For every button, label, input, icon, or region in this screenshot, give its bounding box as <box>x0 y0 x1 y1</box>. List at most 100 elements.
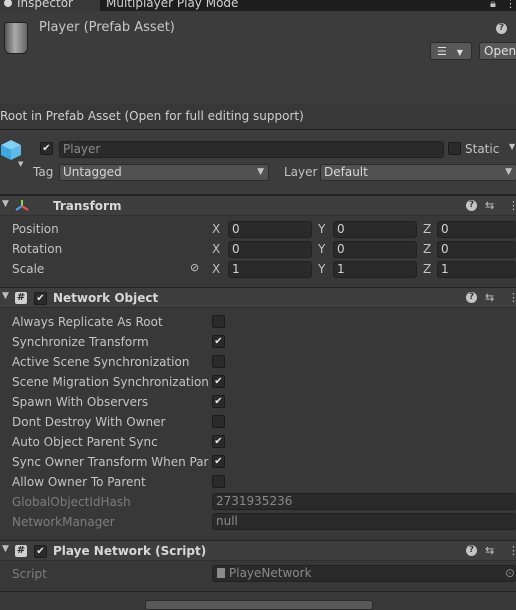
position-y-field[interactable]: 0 <box>333 221 417 238</box>
network-manager-field: null <box>212 513 516 530</box>
auto-object-parent-sync-checkbox[interactable]: ✔ <box>212 435 225 448</box>
playe-network-header[interactable]: ▼ # ✔ Playe Network (Script) ? ⇆ ⋮ <box>0 540 516 561</box>
script-label: Script <box>12 567 47 581</box>
constrain-proportions-icon[interactable]: ⊘ <box>190 261 199 274</box>
axis-x-label: X <box>212 262 221 276</box>
chevron-down-icon: ▼ <box>505 167 512 177</box>
scale-x-field[interactable]: 1 <box>228 261 312 278</box>
kebab-menu-icon[interactable]: ⋮ <box>508 291 516 304</box>
position-z-field[interactable]: 0 <box>437 221 516 238</box>
tag-label: Tag <box>33 165 54 179</box>
allow-owner-to-parent-checkbox[interactable] <box>212 475 225 488</box>
playe-network-body: Script PlayeNetwork ⊙ <box>0 561 516 591</box>
static-checkbox[interactable] <box>448 142 461 155</box>
scale-y-field[interactable]: 1 <box>333 261 417 278</box>
layer-dropdown[interactable]: Default ▼ <box>320 164 516 181</box>
help-icon[interactable]: ? <box>466 545 477 556</box>
static-label: Static <box>465 142 500 156</box>
playe-network-title: Playe Network (Script) <box>53 544 207 558</box>
kebab-menu-icon[interactable]: ⋮ <box>508 199 516 212</box>
object-picker-icon[interactable]: ⊙ <box>505 566 515 581</box>
script-file-icon <box>217 568 225 578</box>
property-label: Synchronize Transform <box>12 335 149 349</box>
property-label: Allow Owner To Parent <box>12 475 146 489</box>
foldout-arrow-icon[interactable]: ▼ <box>2 199 9 209</box>
axis-y-label: Y <box>318 222 326 236</box>
transform-title: Transform <box>53 199 122 213</box>
presets-icon[interactable]: ⇆ <box>485 291 494 304</box>
property-label: Dont Destroy With Owner <box>12 415 166 429</box>
gameobject-cube-icon <box>1 140 21 160</box>
kebab-menu-icon[interactable]: ⋮ <box>505 0 516 10</box>
network-manager-label: NetworkManager <box>12 515 115 529</box>
rotation-y-field[interactable]: 0 <box>333 241 417 258</box>
property-label: Spawn With Observers <box>12 395 149 409</box>
network-object-enabled-checkbox[interactable]: ✔ <box>34 292 47 305</box>
chevron-down-icon: ▼ <box>257 167 264 177</box>
global-object-id-hash-field: 2731935236 <box>212 493 516 510</box>
active-scene-sync-checkbox[interactable] <box>212 355 225 368</box>
tab-inspector[interactable]: Inspector <box>0 0 100 11</box>
tag-value: Untagged <box>63 165 122 179</box>
help-icon[interactable]: ? <box>466 292 477 303</box>
view-mode-dropdown[interactable]: ☰ ▼ <box>430 42 472 60</box>
axis-z-label: Z <box>423 242 432 256</box>
prefab-asset-icon <box>4 22 28 54</box>
gameobject-header: ▼ ✔ Player Static ▼ Tag Untagged ▼ Layer… <box>0 130 516 195</box>
layer-label: Layer <box>284 165 318 179</box>
property-label: Auto Object Parent Sync <box>12 435 158 449</box>
layer-value: Default <box>324 165 368 179</box>
always-replicate-checkbox[interactable] <box>212 315 225 328</box>
foldout-arrow-icon[interactable]: ▼ <box>2 291 9 301</box>
scale-label: Scale <box>12 262 45 276</box>
scene-migration-sync-checkbox[interactable]: ✔ <box>212 375 225 388</box>
chevron-down-icon: ▼ <box>456 48 463 57</box>
tab-multiplayer-play-mode[interactable]: Multiplayer Play Mode <box>106 0 256 11</box>
active-checkbox[interactable]: ✔ <box>40 142 53 155</box>
network-object-title: Network Object <box>53 291 159 305</box>
dont-destroy-with-owner-checkbox[interactable] <box>212 415 225 428</box>
kebab-menu-icon[interactable]: ⋮ <box>508 544 516 557</box>
playe-network-enabled-checkbox[interactable]: ✔ <box>34 545 47 558</box>
info-message: Root in Prefab Asset (Open for full edit… <box>0 103 516 130</box>
divider <box>0 591 516 592</box>
static-dropdown-icon[interactable]: ▼ <box>509 142 515 151</box>
property-label: Active Scene Synchronization <box>12 355 190 369</box>
help-icon[interactable]: ? <box>496 23 507 34</box>
axis-y-label: Y <box>318 242 326 256</box>
presets-icon[interactable]: ⇆ <box>485 199 494 212</box>
name-field[interactable]: Player <box>59 141 444 158</box>
synchronize-transform-checkbox[interactable]: ✔ <box>212 335 225 348</box>
scale-z-field[interactable]: 1 <box>437 261 516 278</box>
axis-x-label: X <box>212 242 221 256</box>
axis-z-label: Z <box>423 262 432 276</box>
network-object-header[interactable]: ▼ # ✔ Network Object ? ⇆ ⋮ <box>0 287 516 308</box>
rotation-z-field[interactable]: 0 <box>437 241 516 258</box>
lock-icon[interactable]: 🔒︎ <box>490 0 496 11</box>
transform-axes-icon <box>15 200 29 211</box>
foldout-arrow-icon[interactable]: ▼ <box>2 544 9 554</box>
axis-y-label: Y <box>318 262 326 276</box>
tab-bar: Inspector Multiplayer Play Mode 🔒︎ ⋮ <box>0 0 516 11</box>
help-icon[interactable]: ? <box>466 200 477 211</box>
global-object-id-hash-label: GlobalObjectIdHash <box>12 495 131 509</box>
rotation-label: Rotation <box>12 242 63 256</box>
presets-icon[interactable]: ⇆ <box>485 544 494 557</box>
sync-owner-transform-checkbox[interactable]: ✔ <box>212 455 225 468</box>
spawn-with-observers-checkbox[interactable]: ✔ <box>212 395 225 408</box>
position-label: Position <box>12 222 59 236</box>
axis-z-label: Z <box>423 222 432 236</box>
add-component-button[interactable] <box>145 600 373 610</box>
asset-header: Player (Prefab Asset) ? ☰ ▼ Open <box>0 11 516 104</box>
property-label: Scene Migration Synchronization <box>12 375 209 389</box>
transform-header[interactable]: ▼ Transform ? ⇆ ⋮ <box>0 195 516 216</box>
property-label: Always Replicate As Root <box>12 315 163 329</box>
tab-inspector-label: Inspector <box>17 0 73 10</box>
tag-dropdown[interactable]: Untagged ▼ <box>59 164 269 181</box>
tab-multiplayer-label: Multiplayer Play Mode <box>106 0 239 10</box>
icon-dropdown-icon[interactable]: ▼ <box>18 160 23 168</box>
position-x-field[interactable]: 0 <box>228 221 312 238</box>
open-button[interactable]: Open <box>479 42 516 60</box>
network-object-body: Always Replicate As Root Synchronize Tra… <box>0 308 516 540</box>
rotation-x-field[interactable]: 0 <box>228 241 312 258</box>
